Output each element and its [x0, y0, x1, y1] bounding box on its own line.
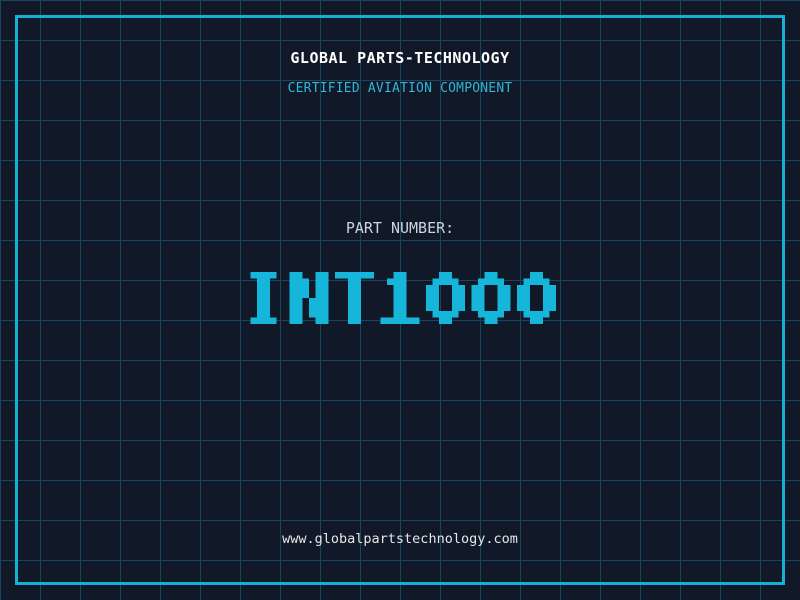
certification-tagline: CERTIFIED AVIATION COMPONENT: [287, 81, 513, 96]
website-url: www.globalpartstechnology.com: [282, 531, 518, 547]
company-name: GLOBAL PARTS-TECHNOLOGY: [290, 49, 510, 67]
certificate-screen: GLOBAL PARTS-TECHNOLOGY CERTIFIED AVIATI…: [0, 0, 800, 600]
part-number-label: PART NUMBER:: [345, 219, 455, 237]
part-number-value: [0, 272, 800, 324]
part-number-pixel-text: [250, 272, 556, 324]
